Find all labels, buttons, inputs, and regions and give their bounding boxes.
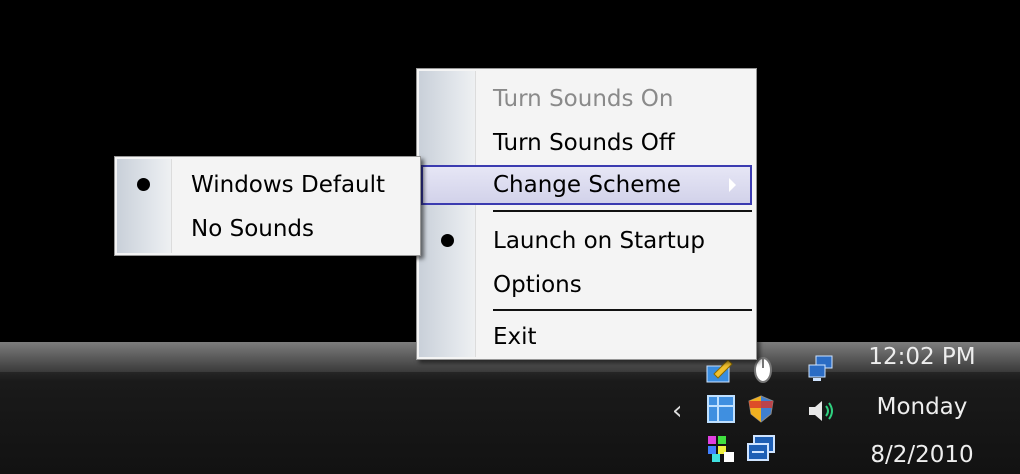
clock-time[interactable]: 12:02 PM [852,344,992,370]
menu-item-options[interactable]: Options [419,265,754,305]
menu-item-label: No Sounds [191,216,314,242]
menu-item-turn-sounds-on[interactable]: Turn Sounds On [419,79,754,119]
menu-item-label: Options [493,272,582,298]
checked-bullet-icon [137,178,150,191]
menu-item-change-scheme[interactable]: Change Scheme [421,165,752,205]
scheme-submenu: Windows Default No Sounds [114,156,421,256]
menu-separator [493,210,752,212]
shield-icon[interactable] [746,394,776,424]
menu-item-label: Windows Default [191,172,386,198]
volume-icon[interactable] [806,396,836,426]
network-icon[interactable] [806,354,836,384]
submenu-item-no-sounds[interactable]: No Sounds [117,209,418,249]
menu-item-launch-on-startup[interactable]: Launch on Startup [419,221,754,261]
checked-bullet-icon [441,234,454,247]
window-icon[interactable] [706,394,736,424]
flower-icon[interactable] [706,434,736,464]
menu-item-label: Turn Sounds Off [493,130,675,156]
menu-item-exit[interactable]: Exit [419,317,754,357]
menu-item-turn-sounds-off[interactable]: Turn Sounds Off [419,123,754,163]
menu-item-label: Turn Sounds On [493,86,674,112]
menu-item-label: Launch on Startup [493,228,705,254]
menu-separator [493,309,752,311]
clock-day[interactable]: Monday [852,394,992,420]
tray-context-menu: Turn Sounds On Turn Sounds Off Change Sc… [416,68,757,360]
submenu-item-windows-default[interactable]: Windows Default [117,165,418,205]
clock-date[interactable]: 8/2/2010 [852,442,992,468]
submenu-arrow-icon [729,178,736,192]
pencil-icon[interactable] [704,356,734,386]
menu-item-label: Exit [493,324,537,350]
show-hidden-icons-chevron-icon[interactable]: ‹ [672,396,682,426]
windows-overlap-icon[interactable] [746,434,776,464]
menu-item-label: Change Scheme [493,172,681,198]
